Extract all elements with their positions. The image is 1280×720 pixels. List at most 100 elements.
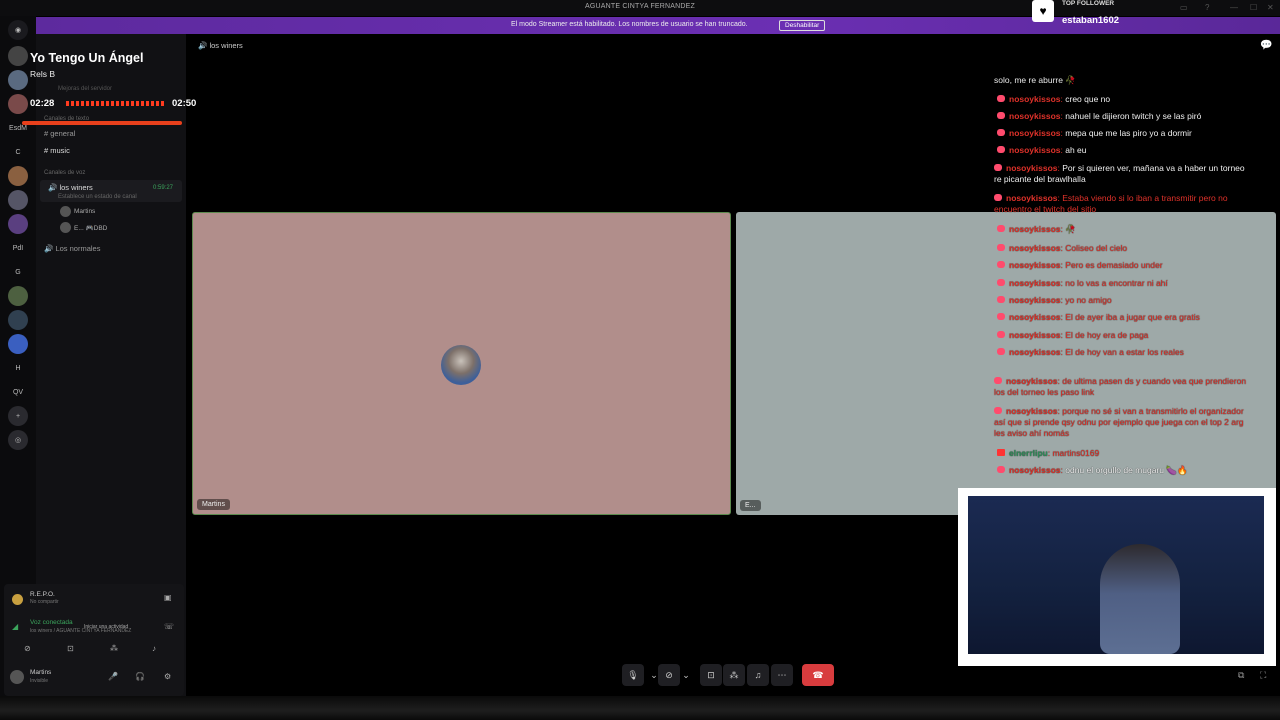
server-icon[interactable] — [8, 190, 28, 210]
close-button[interactable]: ✕ — [1267, 3, 1274, 12]
webcam-feed — [968, 496, 1264, 654]
camera-off-icon[interactable]: ⊘ — [658, 664, 680, 686]
chat-message: nosoykissos: El de ayer iba a jugar que … — [997, 312, 1267, 323]
screen-share-icon[interactable]: ⊡ — [700, 664, 722, 686]
voice-channel-normales[interactable]: 🔊 Los normales — [44, 244, 100, 253]
discord-home-icon[interactable]: ◉ — [8, 20, 28, 40]
chat-text: yo no amigo — [1065, 295, 1112, 305]
popout-icon[interactable]: ⧉ — [1238, 670, 1244, 681]
chat-username: nosoykissos — [1009, 278, 1061, 288]
streamer-video — [1100, 544, 1180, 654]
activity-hint[interactable]: Iniciar una actividad — [84, 624, 128, 630]
chat-text: nahuel le dijieron twitch y se las piró — [1065, 111, 1202, 121]
chat-message: nosoykissos: nahuel le dijieron twitch y… — [997, 111, 1267, 122]
chat-username: nosoykissos — [1009, 347, 1061, 357]
username[interactable]: Martins — [30, 669, 51, 676]
heart-icon — [997, 146, 1005, 153]
server-icon[interactable] — [8, 310, 28, 330]
server-icon[interactable] — [8, 286, 28, 306]
camera-off-icon[interactable]: ⊘ — [24, 644, 31, 653]
voice-member-martins[interactable]: Martins — [74, 208, 95, 215]
chat-message: nosoykissos: mepa que me las piro yo a d… — [997, 128, 1267, 139]
server-icon[interactable] — [8, 94, 28, 114]
chat-username: nosoykissos — [1009, 465, 1061, 475]
heart-icon — [997, 95, 1005, 102]
chat-username: nosoykissos — [1006, 193, 1058, 203]
avatar — [441, 345, 481, 385]
voice-channels-category[interactable]: Canales de voz — [44, 170, 85, 176]
disable-streamer-button[interactable]: Deshabilitar — [779, 20, 826, 31]
video-tile-martins[interactable]: Martins — [192, 212, 731, 515]
chat-text: no lo vas a encontrar ni ahí — [1065, 278, 1168, 288]
soundboard-icon[interactable]: ♫ — [747, 664, 769, 686]
screen-share-icon[interactable]: ⊡ — [67, 644, 74, 653]
now-playing-artist: Rels B — [30, 69, 56, 79]
server-pdi[interactable]: PdI — [8, 238, 28, 258]
chat-bubble-icon[interactable]: 💬 — [1260, 40, 1272, 51]
channel-general[interactable]: # general — [44, 129, 75, 138]
signal-icon: ◢ — [12, 622, 19, 631]
breadcrumb: 🔊 los winers — [198, 41, 243, 50]
taskbar-strip — [0, 696, 1280, 720]
chat-message: nosoykissos: El de hoy era de paga — [997, 330, 1267, 341]
help-icon[interactable]: ? — [1205, 3, 1209, 12]
chat-message: nosoykissos: porque no sé si van a trans… — [994, 406, 1244, 438]
chat-username: nosoykissos — [1009, 260, 1061, 270]
soundboard-icon[interactable]: ♪ — [152, 644, 156, 653]
server-icon[interactable] — [8, 334, 28, 354]
voice-member-dbd[interactable]: E... 🎮DBD — [74, 224, 107, 232]
disconnect-call-button[interactable]: ☎ — [802, 664, 834, 686]
server-qv[interactable]: QV — [8, 382, 28, 402]
chat-text: El de hoy era de paga — [1065, 330, 1149, 340]
disconnect-icon[interactable]: ☏ — [164, 622, 174, 631]
server-h[interactable]: H — [8, 358, 28, 378]
voice-status-hint[interactable]: Establece un estado de canal — [58, 194, 137, 200]
headphones-icon[interactable]: 🎧 — [135, 672, 145, 681]
heart-icon — [997, 313, 1005, 320]
chat-username: nosoykissos — [1009, 128, 1061, 138]
heart-icon — [997, 129, 1005, 136]
server-icon[interactable] — [8, 166, 28, 186]
stream-icon[interactable]: ▣ — [164, 593, 172, 602]
server-c[interactable]: C — [8, 142, 28, 162]
avatar[interactable] — [10, 670, 24, 684]
more-options-icon[interactable]: ⋯ — [771, 664, 793, 686]
chat-text: El de ayer iba a jugar que era gratis — [1065, 312, 1200, 322]
voice-connected-status[interactable]: Voz conectada — [30, 619, 73, 626]
server-icon[interactable] — [8, 70, 28, 90]
voice-channel-winers[interactable]: 🔊 los winers — [48, 183, 93, 192]
activities-icon[interactable]: ⁂ — [723, 664, 745, 686]
chevron-down-icon[interactable]: ⌄ — [680, 664, 692, 686]
chat-username: nosoykissos — [1009, 94, 1061, 104]
chat-username: nosoykissos — [1009, 330, 1061, 340]
microphone-icon[interactable]: 🎤 — [108, 672, 118, 681]
badge-icon — [997, 449, 1005, 456]
chat-message: nosoykissos: Coliseo del cielo — [997, 243, 1267, 254]
fullscreen-icon[interactable]: ⛶ — [1260, 670, 1266, 681]
now-playing-title: Yo Tengo Un Ángel — [30, 51, 144, 65]
chat-username: nosoykissos — [1009, 224, 1061, 234]
tile-label: E... — [740, 500, 761, 511]
chat-message: nosoykissos: no lo vas a encontrar ni ah… — [997, 278, 1267, 289]
add-server-icon[interactable]: + — [8, 406, 28, 426]
server-g[interactable]: G — [8, 262, 28, 282]
server-boost-label: Mejoras del servidor — [58, 86, 113, 92]
channel-music[interactable]: # music — [44, 146, 70, 155]
server-icon[interactable] — [8, 214, 28, 234]
microphone-icon[interactable]: 🎙 — [622, 664, 644, 686]
activity-subtitle: No compartir — [30, 599, 59, 605]
explore-icon[interactable]: ◎ — [8, 430, 28, 450]
server-icon[interactable] — [8, 46, 28, 66]
settings-gear-icon[interactable]: ⚙ — [164, 672, 171, 681]
now-playing-accent-line — [22, 121, 182, 125]
chat-username: nosoykissos — [1009, 295, 1061, 305]
chat-username: nosoykissos — [1006, 406, 1058, 416]
chat-text: El de hoy van a estar los reales — [1065, 347, 1184, 357]
banner-text: El modo Streamer está habilitado. Los no… — [511, 21, 748, 28]
chat-username: nosoykissos — [1006, 376, 1058, 386]
maximize-button[interactable]: ☐ — [1250, 3, 1257, 12]
minimize-button[interactable]: — — [1230, 3, 1238, 12]
activities-icon[interactable]: ⁂ — [110, 644, 118, 653]
heart-icon — [997, 331, 1005, 338]
channel-label: general — [50, 129, 76, 138]
